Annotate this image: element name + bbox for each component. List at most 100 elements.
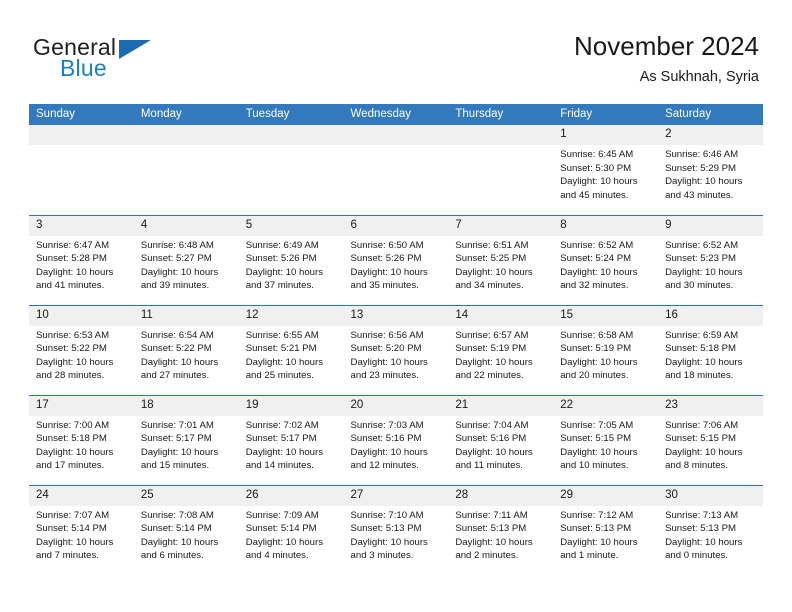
day-number: 11 xyxy=(133,305,239,326)
calendar-day-cell[interactable]: 30 Sunrise: 7:13 AM Sunset: 5:13 PM Dayligh… xyxy=(658,484,763,575)
sunrise-text: Sunrise: 7:10 AM xyxy=(350,509,424,521)
daylight-text: Daylight: 10 hours and 22 minutes. xyxy=(455,356,533,382)
day-sun-info: Sunrise: 6:50 AM Sunset: 5:26 PM Daylight:… xyxy=(344,236,449,293)
calendar-day-cell[interactable]: 22 Sunrise: 7:05 AM Sunset: 5:15 PM Dayligh… xyxy=(553,394,659,485)
day-number: 19 xyxy=(238,395,344,416)
daylight-text: Daylight: 10 hours and 8 minutes. xyxy=(665,446,743,472)
calendar-day-cell[interactable]: 28 Sunrise: 7:11 AM Sunset: 5:13 PM Dayligh… xyxy=(448,484,554,575)
calendar-day-cell[interactable]: 26 Sunrise: 7:09 AM Sunset: 5:14 PM Dayligh… xyxy=(238,484,344,575)
day-number: 4 xyxy=(133,215,239,236)
calendar-page: General Blue November 2024 As Sukhnah, S… xyxy=(0,0,792,612)
weekday-header-tuesday: Tuesday xyxy=(238,104,344,125)
daylight-text: Daylight: 10 hours and 3 minutes. xyxy=(350,536,428,562)
calendar-day-cell[interactable]: 7 Sunrise: 6:51 AM Sunset: 5:25 PM Daylight… xyxy=(448,214,554,305)
calendar-day-cell[interactable]: 11 Sunrise: 6:54 AM Sunset: 5:22 PM Dayligh… xyxy=(133,304,239,395)
daylight-text: Daylight: 10 hours and 28 minutes. xyxy=(36,356,114,382)
day-sun-info: Sunrise: 7:01 AM Sunset: 5:17 PM Daylight:… xyxy=(134,416,239,473)
day-number: 26 xyxy=(238,485,344,506)
calendar-day-cell[interactable]: 21 Sunrise: 7:04 AM Sunset: 5:16 PM Dayligh… xyxy=(448,394,554,485)
calendar-week-row: 24 Sunrise: 7:07 AM Sunset: 5:14 PM Dayligh… xyxy=(29,484,763,575)
day-sun-info: Sunrise: 7:09 AM Sunset: 5:14 PM Daylight:… xyxy=(239,506,344,563)
sunset-text: Sunset: 5:16 PM xyxy=(350,433,422,445)
calendar-day-cell[interactable]: 17 Sunrise: 7:00 AM Sunset: 5:18 PM Dayligh… xyxy=(29,394,134,485)
calendar-table: Sunday Monday Tuesday Wednesday Thursday… xyxy=(29,104,763,575)
day-number: 14 xyxy=(448,305,554,326)
sunrise-text: Sunrise: 7:06 AM xyxy=(665,419,739,431)
calendar-day-cell[interactable]: 5 Sunrise: 6:49 AM Sunset: 5:26 PM Daylight… xyxy=(238,214,344,305)
title-block: November 2024 As Sukhnah, Syria xyxy=(574,30,759,86)
calendar-day-cell[interactable]: 9 Sunrise: 6:52 AM Sunset: 5:23 PM Daylight… xyxy=(658,214,763,305)
daylight-text: Daylight: 10 hours and 7 minutes. xyxy=(36,536,114,562)
sunset-text: Sunset: 5:18 PM xyxy=(665,343,736,355)
logo-text-blue: Blue xyxy=(60,55,107,81)
day-sun-info: Sunrise: 7:07 AM Sunset: 5:14 PM Daylight:… xyxy=(29,506,134,563)
calendar-day-cell[interactable]: 29 Sunrise: 7:12 AM Sunset: 5:13 PM Dayligh… xyxy=(553,484,659,575)
day-sun-info: Sunrise: 6:59 AM Sunset: 5:18 PM Daylight:… xyxy=(658,326,763,383)
sunrise-text: Sunrise: 7:07 AM xyxy=(36,509,110,521)
page-title: November 2024 xyxy=(574,31,759,61)
day-number xyxy=(133,125,239,145)
day-sun-info: Sunrise: 6:47 AM Sunset: 5:28 PM Daylight:… xyxy=(29,236,134,293)
calendar-day-cell[interactable]: 23 Sunrise: 7:06 AM Sunset: 5:15 PM Dayligh… xyxy=(658,394,763,485)
generalblue-logo[interactable]: General Blue xyxy=(33,34,213,84)
daylight-text: Daylight: 10 hours and 0 minutes. xyxy=(665,536,743,562)
calendar-day-cell[interactable]: 15 Sunrise: 6:58 AM Sunset: 5:19 PM Dayligh… xyxy=(553,304,659,395)
day-sun-info: Sunrise: 7:08 AM Sunset: 5:14 PM Daylight:… xyxy=(134,506,239,563)
calendar-day-cell[interactable]: 27 Sunrise: 7:10 AM Sunset: 5:13 PM Dayligh… xyxy=(343,484,449,575)
day-sun-info: Sunrise: 6:52 AM Sunset: 5:24 PM Daylight:… xyxy=(553,236,658,293)
calendar-cell-empty xyxy=(238,125,344,215)
calendar-day-cell[interactable]: 14 Sunrise: 6:57 AM Sunset: 5:19 PM Dayligh… xyxy=(448,304,554,395)
daylight-text: Daylight: 10 hours and 34 minutes. xyxy=(455,266,533,292)
calendar-week-row: 17 Sunrise: 7:00 AM Sunset: 5:18 PM Dayligh… xyxy=(29,394,763,485)
sunrise-text: Sunrise: 6:51 AM xyxy=(455,239,529,251)
blue-triangle-icon xyxy=(119,40,151,59)
sunrise-text: Sunrise: 7:05 AM xyxy=(560,419,634,431)
daylight-text: Daylight: 10 hours and 45 minutes. xyxy=(560,176,638,201)
day-sun-info: Sunrise: 7:05 AM Sunset: 5:15 PM Daylight:… xyxy=(553,416,658,473)
day-number: 5 xyxy=(238,215,344,236)
day-sun-info: Sunrise: 6:53 AM Sunset: 5:22 PM Daylight:… xyxy=(29,326,134,383)
day-sun-info: Sunrise: 7:04 AM Sunset: 5:16 PM Daylight:… xyxy=(448,416,553,473)
day-number: 2 xyxy=(658,125,763,145)
day-sun-info: Sunrise: 7:00 AM Sunset: 5:18 PM Daylight:… xyxy=(29,416,134,473)
calendar-day-cell[interactable]: 24 Sunrise: 7:07 AM Sunset: 5:14 PM Dayligh… xyxy=(29,484,134,575)
daylight-text: Daylight: 10 hours and 41 minutes. xyxy=(36,266,114,292)
daylight-text: Daylight: 10 hours and 2 minutes. xyxy=(455,536,533,562)
calendar-day-cell[interactable]: 10 Sunrise: 6:53 AM Sunset: 5:22 PM Dayligh… xyxy=(29,304,134,395)
day-number xyxy=(448,125,554,145)
calendar-day-cell[interactable]: 20 Sunrise: 7:03 AM Sunset: 5:16 PM Dayligh… xyxy=(343,394,449,485)
sunset-text: Sunset: 5:25 PM xyxy=(455,253,527,265)
sunset-text: Sunset: 5:17 PM xyxy=(245,433,317,445)
sunset-text: Sunset: 5:30 PM xyxy=(560,162,632,174)
daylight-text: Daylight: 10 hours and 1 minute. xyxy=(560,536,638,562)
day-number: 16 xyxy=(658,305,763,326)
day-number: 18 xyxy=(133,395,239,416)
calendar-day-cell[interactable]: 3 Sunrise: 6:47 AM Sunset: 5:28 PM Daylight… xyxy=(29,214,134,305)
calendar-day-cell[interactable]: 19 Sunrise: 7:02 AM Sunset: 5:17 PM Dayligh… xyxy=(238,394,344,485)
calendar-day-cell[interactable]: 4 Sunrise: 6:48 AM Sunset: 5:27 PM Daylight… xyxy=(133,214,239,305)
calendar-day-cell[interactable]: 13 Sunrise: 6:56 AM Sunset: 5:20 PM Dayligh… xyxy=(343,304,449,395)
sunrise-text: Sunrise: 6:52 AM xyxy=(560,239,634,251)
day-sun-info: Sunrise: 6:45 AM Sunset: 5:30 PM Daylight:… xyxy=(553,145,658,202)
calendar-day-cell[interactable]: 6 Sunrise: 6:50 AM Sunset: 5:26 PM Daylight… xyxy=(343,214,449,305)
day-number: 3 xyxy=(29,215,134,236)
calendar-day-cell[interactable]: 8 Sunrise: 6:52 AM Sunset: 5:24 PM Daylight… xyxy=(553,214,659,305)
sunrise-text: Sunrise: 6:49 AM xyxy=(245,239,319,251)
calendar-day-cell[interactable]: 18 Sunrise: 7:01 AM Sunset: 5:17 PM Dayligh… xyxy=(133,394,239,485)
calendar-day-cell[interactable]: 16 Sunrise: 6:59 AM Sunset: 5:18 PM Dayligh… xyxy=(658,304,763,395)
daylight-text: Daylight: 10 hours and 25 minutes. xyxy=(245,356,324,382)
calendar-day-cell[interactable]: 12 Sunrise: 6:55 AM Sunset: 5:21 PM Dayligh… xyxy=(238,304,344,395)
calendar-day-cell[interactable]: 2 Sunrise: 6:46 AM Sunset: 5:29 PM Daylight… xyxy=(658,125,763,215)
sunrise-text: Sunrise: 7:01 AM xyxy=(140,419,214,431)
day-sun-info: Sunrise: 7:02 AM Sunset: 5:17 PM Daylight:… xyxy=(239,416,344,473)
calendar-day-cell[interactable]: 1 Sunrise: 6:45 AM Sunset: 5:30 PM Daylight… xyxy=(553,125,659,215)
daylight-text: Daylight: 10 hours and 23 minutes. xyxy=(350,356,428,382)
sunset-text: Sunset: 5:14 PM xyxy=(245,523,317,535)
sunset-text: Sunset: 5:17 PM xyxy=(140,433,212,445)
sunrise-text: Sunrise: 6:48 AM xyxy=(140,239,214,251)
sunrise-text: Sunrise: 6:55 AM xyxy=(245,329,319,341)
calendar-day-cell[interactable]: 25 Sunrise: 7:08 AM Sunset: 5:14 PM Dayligh… xyxy=(133,484,239,575)
day-sun-info: Sunrise: 7:06 AM Sunset: 5:15 PM Daylight:… xyxy=(658,416,763,473)
sunrise-text: Sunrise: 6:47 AM xyxy=(36,239,110,251)
sunrise-text: Sunrise: 6:54 AM xyxy=(140,329,214,341)
